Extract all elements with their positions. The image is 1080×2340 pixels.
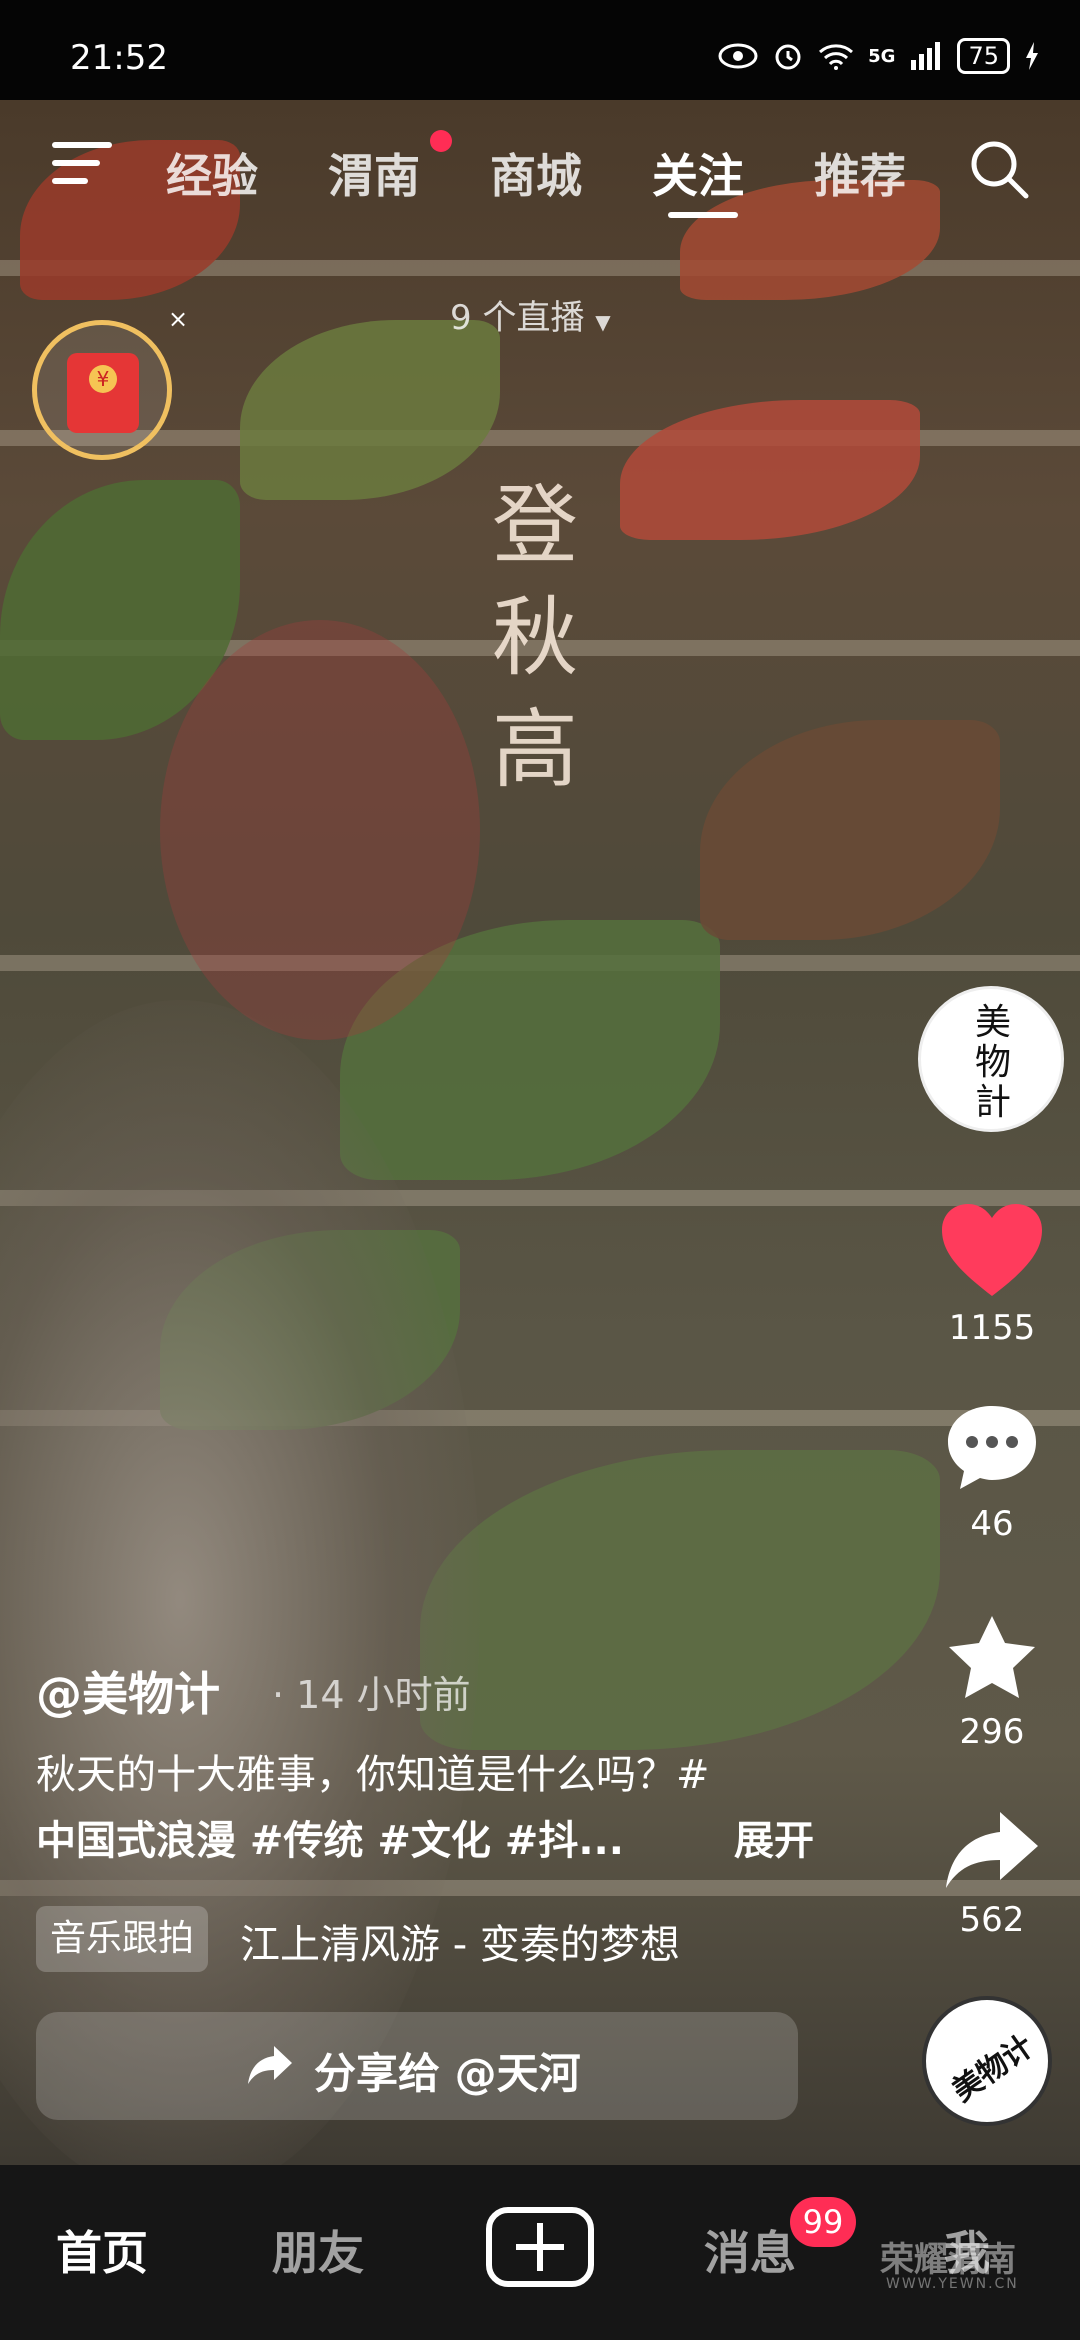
comment-count: 46 [970,1504,1014,1544]
leaf-decoration [620,400,920,540]
expand-link[interactable]: 展开 [734,1808,814,1866]
like-button[interactable]: 1155 [932,1200,1052,1348]
share-to-label: 分享给 @天河 [314,2049,581,2098]
title-char: 高 [492,700,578,800]
tab-jingyan[interactable]: 经验 [166,140,258,206]
share-count: 562 [959,1900,1025,1940]
heart-icon [942,1204,1042,1296]
signal-icon [911,42,941,70]
eye-icon [718,43,758,69]
status-icons: 5G 75 [718,38,1040,74]
title-char: 登 [492,476,578,576]
like-count: 1155 [948,1308,1036,1348]
nav-friends[interactable]: 朋友 [272,2217,364,2283]
hashtag-line[interactable]: 中国式浪漫 #传统 #文化 #抖... [36,1808,624,1866]
favorite-button[interactable]: 296 [932,1612,1052,1752]
star-icon [949,1616,1035,1698]
comment-button[interactable]: 46 [932,1400,1052,1544]
messages-badge: 99 [790,2197,856,2247]
caret-down-icon: ▼ [595,310,611,334]
leaf-decoration [240,320,500,500]
comment-icon [948,1406,1036,1489]
favorite-count: 296 [959,1712,1025,1752]
leaf-decoration [420,1450,940,1750]
video-overlay-title: 登 秋 高 [480,470,590,806]
status-time: 21:52 [70,38,168,78]
share-arrow-icon [248,2046,292,2084]
red-packet-icon: ¥ [67,353,139,433]
nav-messages[interactable]: 消息 [704,2217,796,2283]
search-icon[interactable] [968,138,1030,200]
title-char: 秋 [492,588,578,688]
tab-weinan[interactable]: 渭南 [328,140,420,206]
tab-mall[interactable]: 商城 [490,140,582,206]
share-to-friend-bar[interactable]: 分享给 @天河 [36,2012,798,2120]
share-button[interactable]: 562 [932,1808,1052,1940]
tab-following[interactable]: 关注 [652,140,744,206]
post-time: · 14 小时前 [272,1673,471,1717]
nav-home[interactable]: 首页 [56,2217,148,2283]
notification-dot [430,130,452,152]
watermark-url: WWW.YEWN.CN [886,2276,1019,2292]
tab-recommend[interactable]: 推荐 [814,140,906,206]
battery-icon: 75 [957,38,1010,74]
disc-label: 美物计 [946,2028,1040,2110]
active-tab-indicator [668,212,738,218]
network-label: 5G [868,45,896,67]
coin-icon: ¥ [89,365,117,393]
red-packet-widget[interactable]: ¥ [32,320,172,460]
music-disc[interactable]: 美物计 [922,1996,1052,2126]
title-backdrop [160,620,480,1040]
music-title[interactable]: 江上清风游 - 变奏的梦想 [240,1912,680,1970]
leaf-decoration [700,720,1000,940]
close-icon[interactable]: × [168,305,188,333]
create-post-button[interactable] [486,2207,594,2287]
avatar-label: 美物計 [974,1002,1011,1123]
wifi-icon [819,44,854,70]
share-arrow-icon [946,1812,1038,1888]
author-avatar[interactable]: 美物計 [918,986,1064,1132]
watermark-logo: 荣耀渭南 [880,2240,1016,2280]
description-line: 秋天的十大雅事，你知道是什么吗？# [36,1752,710,1798]
charging-icon [1026,42,1038,70]
music-follow-tag[interactable]: 音乐跟拍 [36,1906,209,1972]
author-name[interactable]: @美物计 [36,1658,220,1724]
menu-icon[interactable] [52,142,112,192]
alarm-icon [775,44,801,70]
live-count-dropdown[interactable]: 9 个直播 ▼ [450,290,611,339]
status-bar: 21:52 5G 75 [0,0,1080,100]
